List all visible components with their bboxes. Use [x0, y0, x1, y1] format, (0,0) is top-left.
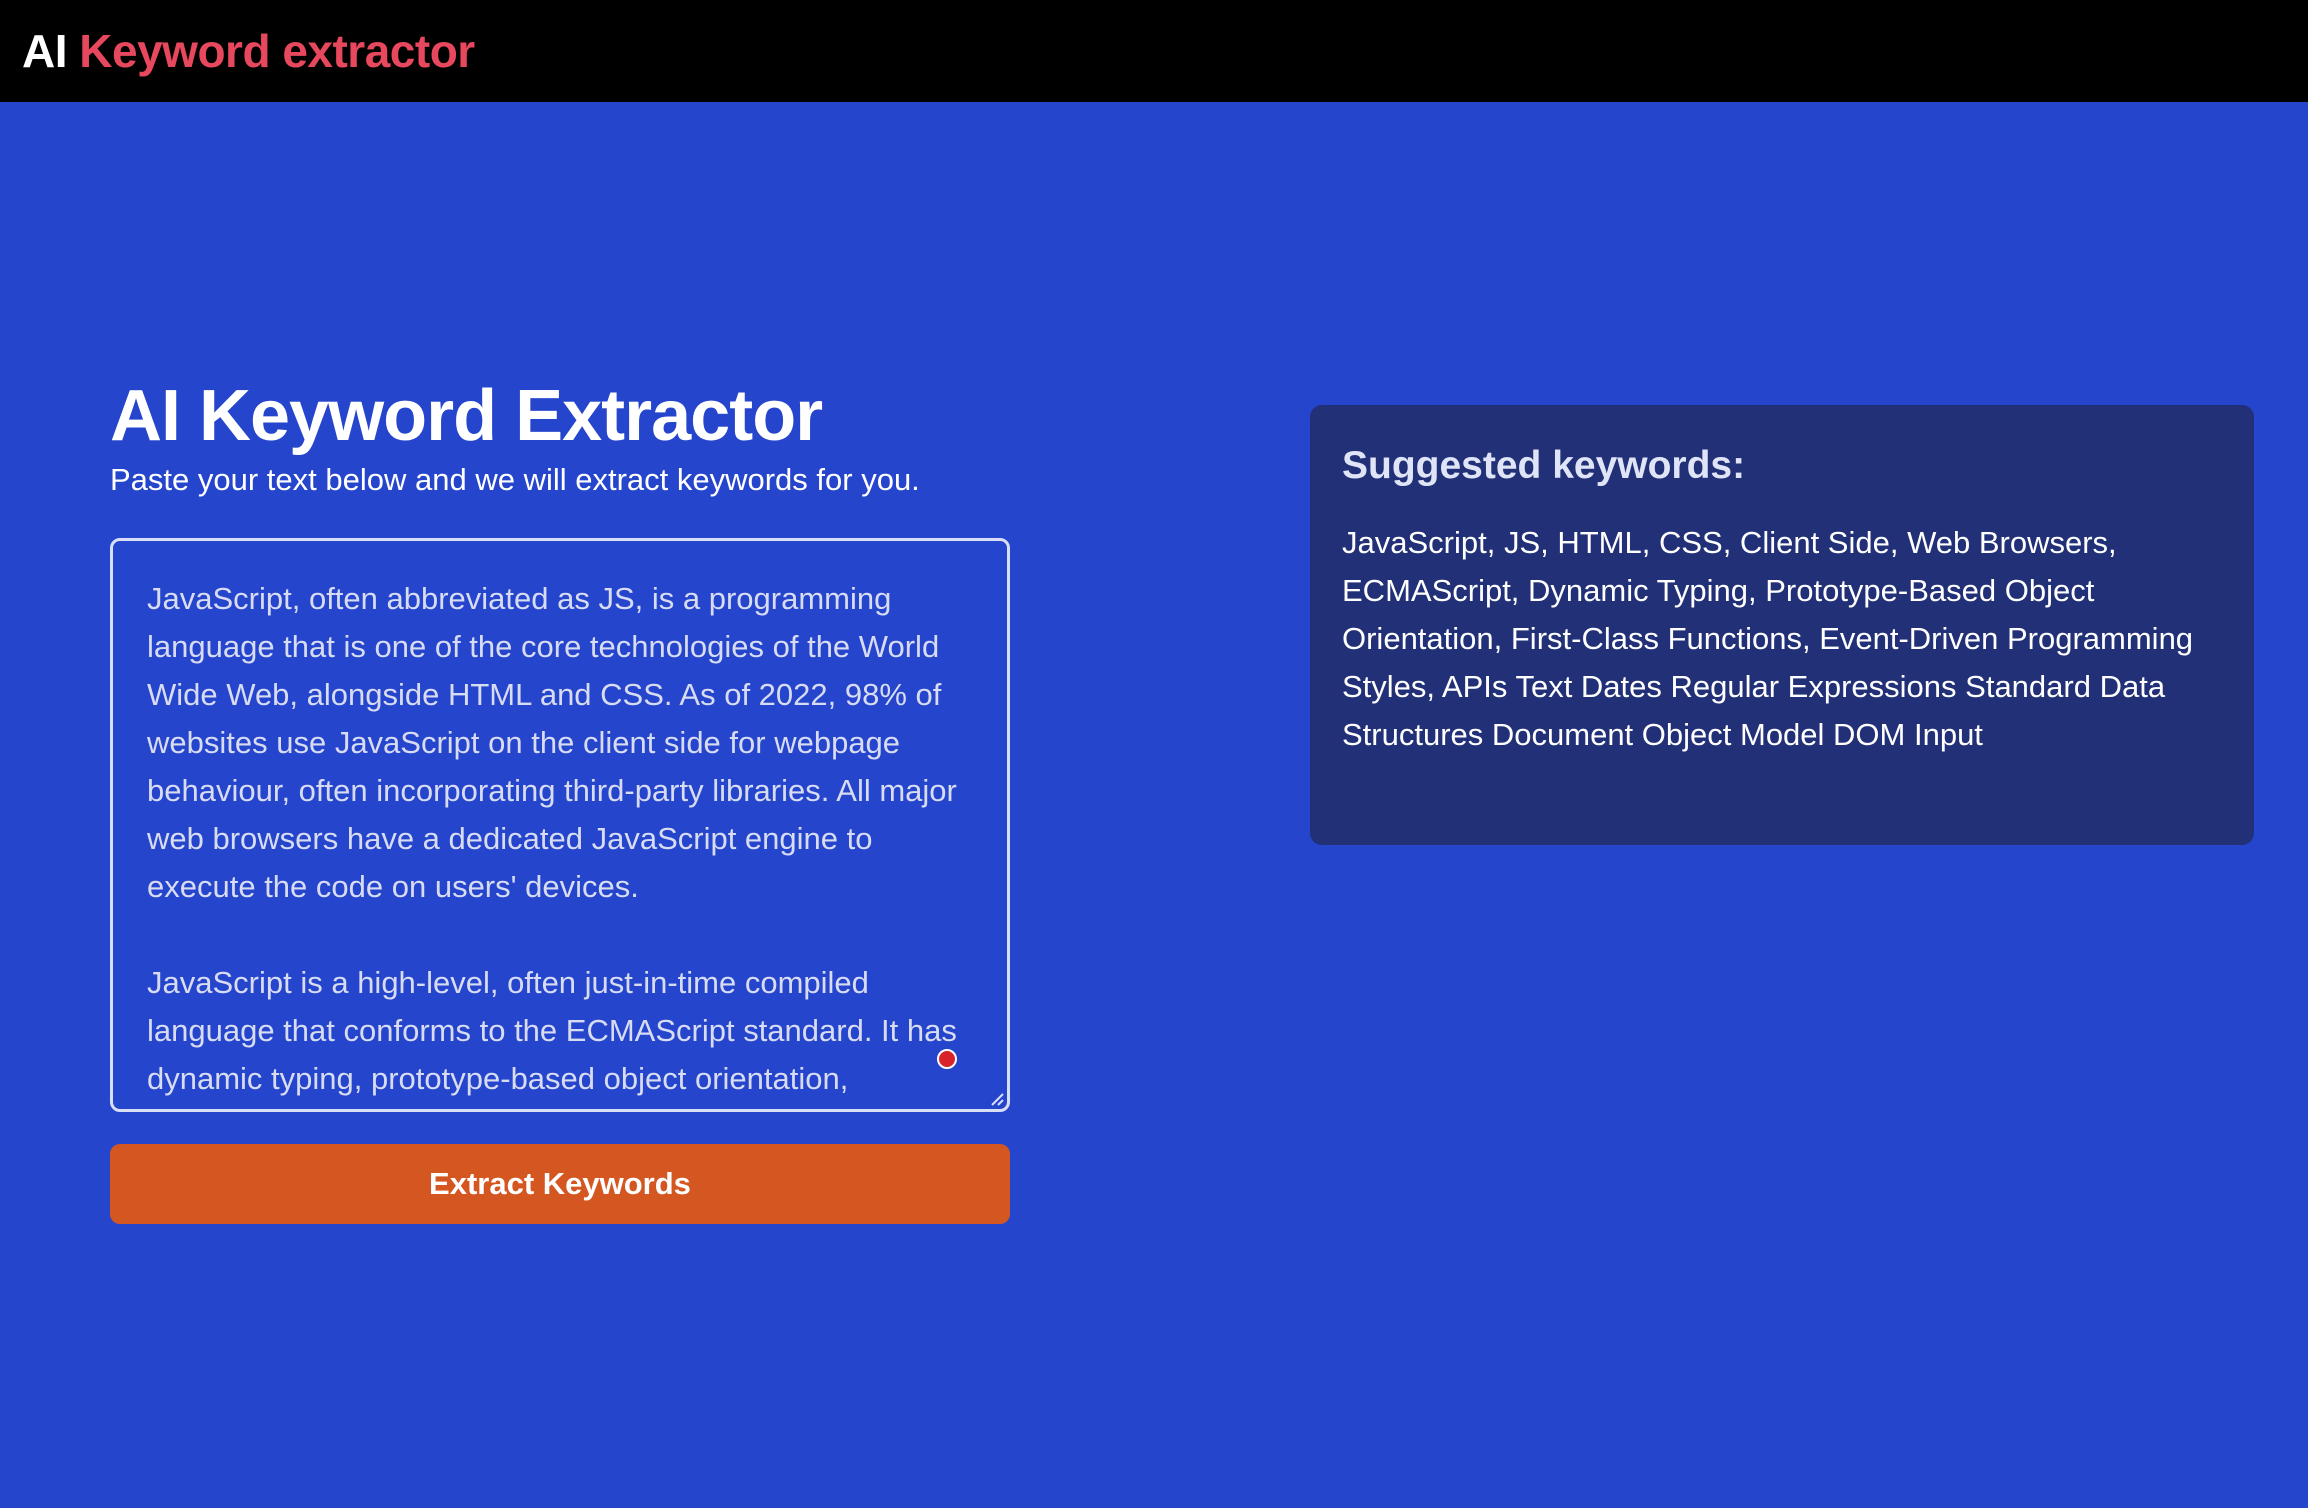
cursor-dot-icon	[937, 1049, 957, 1069]
input-section: AI Keyword Extractor Paste your text bel…	[110, 372, 1010, 1224]
resize-handle-icon[interactable]	[988, 1090, 1004, 1106]
text-input[interactable]: JavaScript, often abbreviated as JS, is …	[113, 541, 1007, 1109]
brand-prefix: AI	[22, 25, 68, 77]
suggested-keywords-panel: Suggested keywords: JavaScript, JS, HTML…	[1310, 405, 2254, 845]
text-input-container: JavaScript, often abbreviated as JS, is …	[110, 538, 1010, 1112]
brand-name: Keyword extractor	[79, 25, 475, 77]
page-title: AI Keyword Extractor	[110, 376, 823, 456]
page-subtitle: Paste your text below and we will extrac…	[110, 462, 920, 497]
suggested-keywords-list: JavaScript, JS, HTML, CSS, Client Side, …	[1342, 525, 2194, 752]
suggested-keywords-title: Suggested keywords:	[1342, 444, 1746, 487]
extract-keywords-button[interactable]: Extract Keywords	[110, 1144, 1010, 1224]
top-navbar: AI Keyword extractor	[0, 0, 2308, 102]
brand-logo[interactable]: AI Keyword extractor	[22, 24, 475, 78]
